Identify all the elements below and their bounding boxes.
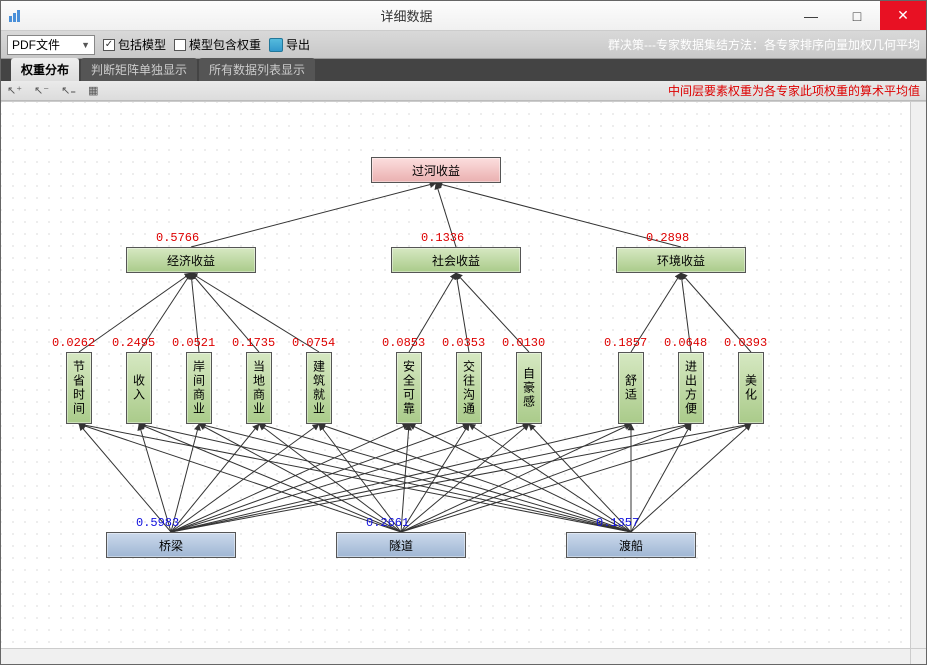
close-button[interactable]: ✕ — [880, 1, 926, 30]
weight-subcriterion-6: 0.0353 — [442, 336, 485, 350]
file-type-combo[interactable]: PDF文件 ▼ — [7, 35, 95, 55]
checkbox-label: 包括模型 — [118, 36, 166, 53]
vertical-scrollbar[interactable] — [910, 102, 926, 648]
weight-note: 中间层要素权重为各专家此项权重的算术平均值 — [668, 82, 920, 99]
diagram-canvas[interactable]: 过河收益经济收益 0.5766 社会收益 0.1336 环境收益 0.2898 节省时间 0.… — [1, 101, 926, 664]
weight-alternative-0: 0.5983 — [136, 516, 179, 530]
weight-subcriterion-0: 0.0262 — [52, 336, 95, 350]
model-include-weight-checkbox[interactable]: 模型包含权重 — [174, 36, 261, 53]
node-subcriterion-2[interactable]: 岸间商业 — [186, 352, 212, 424]
zoom-reset-icon[interactable]: ↖₌ — [61, 84, 76, 97]
weight-criterion-1: 0.1336 — [421, 231, 464, 245]
weight-subcriterion-7: 0.0130 — [502, 336, 545, 350]
tab-all-data-list[interactable]: 所有数据列表显示 — [199, 58, 315, 81]
weight-subcriterion-3: 0.1735 — [232, 336, 275, 350]
weight-subcriterion-2: 0.0521 — [172, 336, 215, 350]
node-alternative-0[interactable]: 桥梁 — [106, 532, 236, 558]
window-title: 详细数据 — [25, 6, 788, 25]
node-subcriterion-10[interactable]: 美化 — [738, 352, 764, 424]
checkbox-icon — [174, 39, 186, 51]
method-note: 群决策---专家数据集结方法：各专家排序向量加权几何平均 — [608, 36, 920, 53]
node-subcriterion-8[interactable]: 舒适 — [618, 352, 644, 424]
node-subcriterion-5[interactable]: 安全可靠 — [396, 352, 422, 424]
node-subcriterion-7[interactable]: 自豪感 — [516, 352, 542, 424]
minimize-button[interactable]: ― — [788, 1, 834, 30]
export-icon — [269, 38, 283, 52]
zoom-in-icon[interactable]: ↖⁺ — [7, 84, 22, 97]
tabbar: 权重分布 判断矩阵单独显示 所有数据列表显示 — [1, 59, 926, 81]
checkbox-label: 模型包含权重 — [189, 36, 261, 53]
weight-subcriterion-5: 0.0853 — [382, 336, 425, 350]
app-icon — [5, 9, 25, 23]
weight-alternative-1: 0.2661 — [366, 516, 409, 530]
weight-subcriterion-4: 0.0754 — [292, 336, 335, 350]
tab-weight-distribution[interactable]: 权重分布 — [11, 58, 79, 81]
weight-subcriterion-10: 0.0393 — [724, 336, 767, 350]
node-subcriterion-3[interactable]: 当地商业 — [246, 352, 272, 424]
chevron-down-icon: ▼ — [81, 40, 90, 50]
export-label: 导出 — [286, 36, 310, 53]
weight-subcriterion-9: 0.0648 — [664, 336, 707, 350]
weight-alternative-2: 0.1357 — [596, 516, 639, 530]
combo-label: PDF文件 — [12, 36, 60, 53]
sub-toolbar: ↖⁺ ↖⁻ ↖₌ ▦ 中间层要素权重为各专家此项权重的算术平均值 — [1, 81, 926, 101]
checkbox-icon: ✓ — [103, 39, 115, 51]
include-model-checkbox[interactable]: ✓ 包括模型 — [103, 36, 166, 53]
node-alternative-1[interactable]: 隧道 — [336, 532, 466, 558]
zoom-out-icon[interactable]: ↖⁻ — [34, 84, 49, 97]
node-subcriterion-0[interactable]: 节省时间 — [66, 352, 92, 424]
node-criterion-2[interactable]: 环境收益 — [616, 247, 746, 273]
node-alternative-2[interactable]: 渡船 — [566, 532, 696, 558]
maximize-button[interactable]: □ — [834, 1, 880, 30]
node-criterion-0[interactable]: 经济收益 — [126, 247, 256, 273]
weight-subcriterion-8: 0.1857 — [604, 336, 647, 350]
node-subcriterion-6[interactable]: 交往沟通 — [456, 352, 482, 424]
horizontal-scrollbar[interactable] — [1, 648, 910, 664]
node-subcriterion-4[interactable]: 建筑就业 — [306, 352, 332, 424]
weight-criterion-0: 0.5766 — [156, 231, 199, 245]
tab-matrix-display[interactable]: 判断矩阵单独显示 — [81, 58, 197, 81]
weight-subcriterion-1: 0.2495 — [112, 336, 155, 350]
titlebar: 详细数据 ― □ ✕ — [1, 1, 926, 31]
scroll-corner — [910, 648, 926, 664]
node-subcriterion-1[interactable]: 收入 — [126, 352, 152, 424]
export-button[interactable]: 导出 — [269, 36, 310, 53]
node-criterion-1[interactable]: 社会收益 — [391, 247, 521, 273]
weight-criterion-2: 0.2898 — [646, 231, 689, 245]
toggle-grid-icon[interactable]: ▦ — [88, 84, 98, 97]
node-subcriterion-9[interactable]: 进出方便 — [678, 352, 704, 424]
toolbar: PDF文件 ▼ ✓ 包括模型 模型包含权重 导出 群决策---专家数据集结方法：… — [1, 31, 926, 59]
node-root[interactable]: 过河收益 — [371, 157, 501, 183]
